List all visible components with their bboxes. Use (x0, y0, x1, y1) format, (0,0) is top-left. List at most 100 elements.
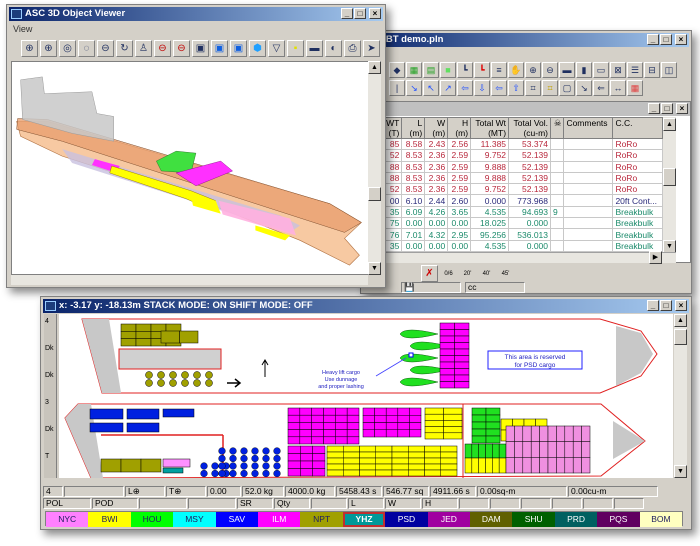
cargo-green[interactable] (492, 443, 500, 459)
table-cell[interactable]: RoRo (612, 183, 663, 196)
cargo-blue-drum[interactable] (218, 469, 226, 478)
table-cell[interactable]: 52.139 (508, 171, 552, 185)
cargo-yellow[interactable] (471, 457, 479, 474)
cargo-magenta[interactable] (287, 460, 301, 469)
cargo-blue-drum[interactable] (218, 454, 226, 463)
close-button[interactable]: × (675, 34, 687, 45)
cargo-olive-drum[interactable] (169, 371, 177, 379)
table-cell[interactable]: 2.36 (424, 160, 449, 173)
cargo-yellow[interactable] (424, 463, 441, 471)
cargo-magenta[interactable] (323, 436, 336, 445)
cargo-magenta[interactable] (362, 422, 375, 430)
cargo-pink[interactable] (505, 457, 515, 474)
3d-viewport[interactable] (11, 61, 369, 275)
table-cell[interactable]: 2.36 (424, 149, 449, 162)
cargo-magenta[interactable] (439, 381, 455, 389)
cargo-magenta[interactable] (299, 414, 312, 423)
cargo-blue-drum[interactable] (273, 454, 281, 463)
port-ilm[interactable]: ILM (258, 512, 301, 527)
cargo-green[interactable] (498, 443, 507, 459)
cargo-magenta[interactable] (323, 429, 336, 438)
cargo-yellow[interactable] (375, 463, 393, 471)
cargo-pink[interactable] (547, 441, 557, 458)
diag-down-icon[interactable]: ↘ (406, 80, 422, 96)
cargo-pink[interactable] (505, 441, 515, 458)
table-cell[interactable]: RoRo (612, 160, 663, 173)
cargo-green[interactable] (471, 407, 487, 416)
cargo-pink[interactable] (522, 457, 532, 474)
table-cell[interactable]: 52.139 (508, 160, 552, 173)
viewer-vscrollbar[interactable] (368, 61, 381, 275)
port-sav[interactable]: SAV (215, 512, 259, 527)
stack-red-icon[interactable]: ┗ (474, 62, 490, 78)
cargo-pink[interactable] (581, 441, 591, 458)
table-cell[interactable]: 0.00 (401, 239, 426, 252)
cargo-teal[interactable] (162, 467, 184, 474)
deck-titlebar[interactable]: x: -3.17 y: -18.13m STACK MODE: ON SHIFT… (43, 299, 689, 313)
cargo-yellow[interactable] (492, 457, 500, 474)
cargo-yellow[interactable] (343, 463, 360, 471)
cargo-magenta[interactable] (385, 429, 399, 438)
cargo-olive[interactable] (165, 323, 182, 332)
table-cell[interactable]: 2.59 (447, 171, 472, 185)
cargo-magenta[interactable] (287, 414, 301, 423)
table-row[interactable]: 75 0.00 0.00 0.00 18.025 0.000 Breakbulk (381, 217, 663, 230)
cargo-green[interactable] (471, 443, 479, 459)
cargo-yellow[interactable] (359, 451, 376, 459)
cargo-olive[interactable] (160, 330, 180, 344)
grid-icon[interactable]: ▦ (406, 62, 422, 78)
cargo-pink[interactable] (539, 457, 549, 474)
cargo-green[interactable] (478, 443, 486, 459)
cargo-yellow[interactable] (443, 407, 463, 415)
cargo-yellow[interactable] (443, 413, 463, 421)
table-cell[interactable]: 8.58 (401, 137, 426, 151)
cargo-green[interactable] (485, 414, 501, 423)
cargo-yellow[interactable] (443, 420, 463, 427)
line-icon[interactable]: | (389, 80, 405, 96)
cargo-magenta[interactable] (439, 361, 455, 369)
table-cell[interactable] (563, 149, 614, 162)
cargo-green[interactable] (471, 414, 487, 423)
cargo-yellow[interactable] (326, 445, 344, 453)
zoom-in-icon[interactable]: ⊕ (21, 40, 38, 57)
cargo-yellow[interactable] (391, 457, 409, 465)
cargo-yellow[interactable] (440, 463, 458, 471)
viewer-scroll-down[interactable]: ▼ (368, 262, 381, 275)
table-cell[interactable]: 2.59 (447, 160, 472, 173)
cargo-yellow[interactable] (485, 457, 493, 474)
cargo-green[interactable] (485, 435, 501, 444)
cargo-yellow[interactable] (424, 457, 441, 465)
cargo-magenta[interactable] (335, 436, 348, 445)
cargo-magenta[interactable] (335, 429, 348, 438)
table-cell[interactable]: 6.10 (401, 194, 426, 207)
port-jed[interactable]: JED (427, 512, 471, 527)
cargo-blue-drum[interactable] (262, 454, 270, 463)
cargo-yellow[interactable] (408, 469, 425, 477)
cargo-yellow[interactable] (343, 445, 360, 453)
cargo-magenta[interactable] (323, 407, 336, 416)
pan-icon[interactable]: ✋ (508, 62, 524, 78)
table-cell[interactable] (549, 171, 565, 185)
deck-canvas[interactable]: This area is reserved for PSD cargo Heavy … (59, 314, 673, 479)
sort-icon[interactable]: ≡ (491, 62, 507, 78)
fit-width-icon[interactable]: ▬ (559, 62, 575, 78)
cargo-blue-drum[interactable] (273, 462, 281, 470)
cargo-yellow[interactable] (424, 432, 444, 440)
cargo-yellow[interactable] (375, 445, 393, 453)
cargo-olive-drum[interactable] (193, 371, 201, 379)
container-filter-button[interactable]: 40' (478, 265, 495, 282)
cargo-magenta[interactable] (299, 422, 312, 430)
cargo-yellow[interactable] (391, 469, 409, 477)
cargo-yellow[interactable] (359, 463, 376, 471)
cargo-yellow[interactable] (478, 457, 486, 474)
deck-scroll-up[interactable]: ▲ (674, 314, 687, 327)
cargo-blue-drum[interactable] (240, 454, 248, 463)
cargo-yellow[interactable] (343, 457, 360, 465)
viewer-scroll-up[interactable]: ▲ (368, 61, 381, 74)
cargo-magenta[interactable] (311, 429, 324, 438)
table-cell[interactable]: 2.60 (447, 194, 472, 207)
table-cell[interactable]: 7.01 (401, 228, 426, 241)
cargo-blue-drum[interactable] (262, 447, 270, 455)
table-cell[interactable] (563, 183, 614, 196)
table-cell[interactable]: RoRo (612, 149, 663, 162)
